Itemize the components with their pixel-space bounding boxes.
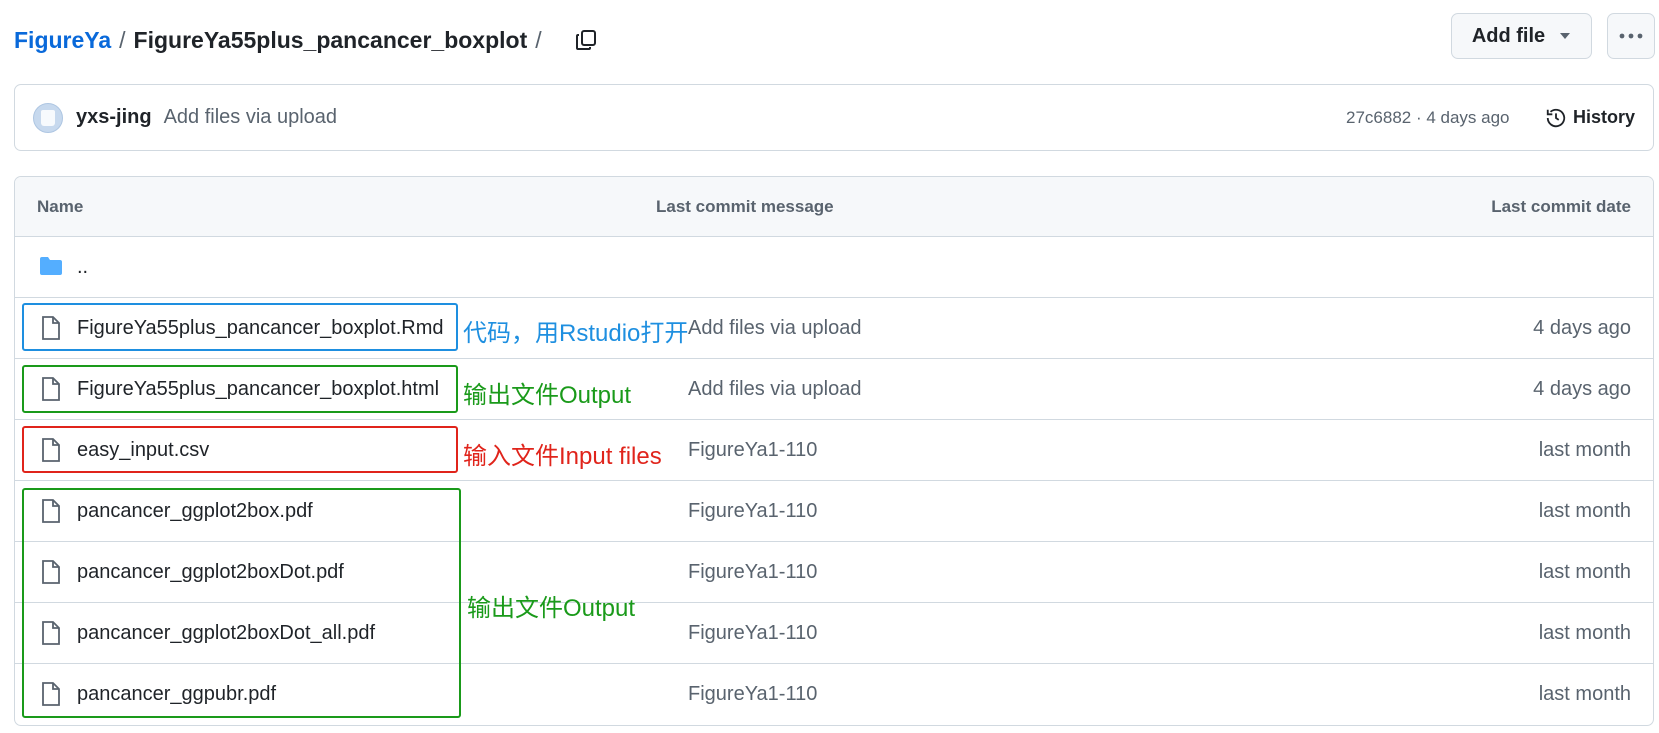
commit-author-link[interactable]: yxs-jing <box>76 106 152 129</box>
annotation-box-output-html <box>22 365 458 413</box>
breadcrumb: FigureYa / FigureYa55plus_pancancer_boxp… <box>14 20 602 60</box>
annotation-label-input: 输入文件Input files <box>463 443 662 470</box>
latest-commit-bar: yxs-jing Add files via upload 27c6882 · … <box>14 84 1654 151</box>
parent-directory-link[interactable]: .. <box>77 237 88 297</box>
column-header-message: Last commit message <box>656 197 834 216</box>
commit-message-link[interactable]: FigureYa1-110 <box>688 481 817 541</box>
copy-icon <box>575 30 596 50</box>
commit-message-link[interactable]: FigureYa1-110 <box>688 542 817 602</box>
breadcrumb-current-folder: FigureYa55plus_pancancer_boxplot <box>133 26 528 53</box>
commit-message-link[interactable]: FigureYa1-110 <box>688 664 817 724</box>
commit-message-link[interactable]: FigureYa1-110 <box>688 420 817 480</box>
commit-date: last month <box>1538 622 1631 644</box>
commit-message-link[interactable]: Add files via upload <box>688 298 861 358</box>
column-header-date: Last commit date <box>1491 197 1631 216</box>
commit-date: last month <box>1538 439 1631 461</box>
kebab-horizontal-icon <box>1619 33 1643 39</box>
history-button[interactable]: History <box>1545 85 1635 150</box>
annotation-box-code <box>22 303 458 351</box>
commit-message-link[interactable]: FigureYa1-110 <box>688 603 817 663</box>
commit-message-link[interactable]: Add files via upload <box>164 106 337 129</box>
commit-date: last month <box>1538 561 1631 583</box>
breadcrumb-separator: / <box>119 26 126 53</box>
history-icon <box>1546 108 1566 127</box>
commit-message-link[interactable]: Add files via upload <box>688 359 861 419</box>
copy-path-button[interactable] <box>570 24 602 56</box>
file-table-header: Name Last commit message Last commit dat… <box>15 177 1653 237</box>
breadcrumb-trailing-separator: / <box>535 26 542 53</box>
folder-icon <box>40 257 62 275</box>
parent-directory-row[interactable]: .. <box>15 237 1653 298</box>
commit-date: 4 days ago <box>1533 317 1631 339</box>
annotation-label-output-html: 输出文件Output <box>463 382 632 409</box>
more-options-button[interactable] <box>1607 13 1655 59</box>
annotation-box-output-pdfs <box>22 488 461 718</box>
column-header-name: Name <box>37 197 84 216</box>
commit-date: 4 days ago <box>1533 378 1631 400</box>
history-label: History <box>1573 107 1636 127</box>
annotation-label-output-pdfs: 输出文件Output <box>467 595 636 622</box>
breadcrumb-repo-link[interactable]: FigureYa <box>14 27 111 54</box>
commit-sha-and-time[interactable]: 27c6882 · 4 days ago <box>1346 85 1510 150</box>
annotation-label-code: 代码，用Rstudio打开 <box>463 320 689 347</box>
commit-date: last month <box>1538 683 1631 705</box>
add-file-button[interactable]: Add file <box>1451 13 1592 59</box>
triangle-down-icon <box>1560 33 1571 39</box>
avatar[interactable] <box>33 102 63 133</box>
annotation-box-input <box>22 426 458 473</box>
commit-date: last month <box>1538 500 1631 522</box>
add-file-label: Add file <box>1471 24 1546 47</box>
